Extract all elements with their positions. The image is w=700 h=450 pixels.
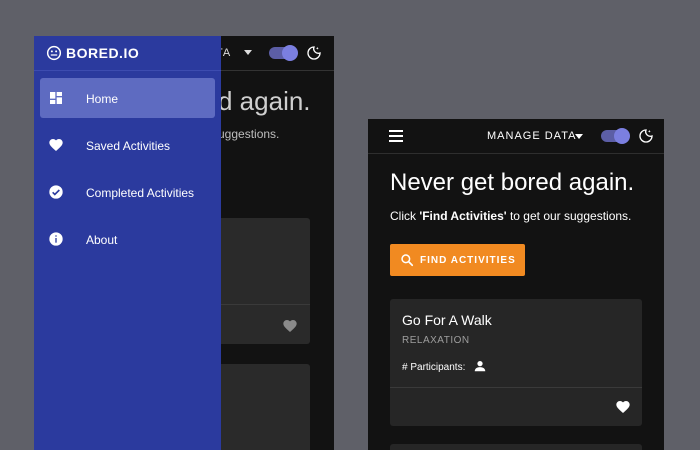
find-activities-label: FIND ACTIVITIES xyxy=(420,255,516,266)
subtext-prefix: Click xyxy=(390,209,420,223)
nav-label-home: Home xyxy=(86,92,119,106)
left-caret-down-icon[interactable] xyxy=(244,50,252,55)
check-circle-icon xyxy=(49,185,63,199)
dashboard-icon xyxy=(50,92,62,104)
nav-label-about: About xyxy=(86,233,118,247)
activity-card: Go For A Walk RELAXATION # Participants: xyxy=(390,299,642,426)
left-headline: d again. xyxy=(218,86,311,116)
activity-card-2 xyxy=(390,444,642,450)
info-icon xyxy=(49,232,63,246)
navigation-drawer: BORED.IO Home Saved Activities Completed… xyxy=(34,36,221,450)
left-subtext: uggestions. xyxy=(218,127,280,141)
person-icon xyxy=(474,361,486,372)
brand-title[interactable]: BORED.IO xyxy=(66,45,139,61)
subtext-suffix: to get our suggestions. xyxy=(506,209,632,223)
activity-title: Go For A Walk xyxy=(402,312,492,328)
manage-data-menu[interactable]: MANAGE DATA xyxy=(487,130,576,142)
nav-label-saved-activities: Saved Activities xyxy=(86,139,171,153)
smiley-icon xyxy=(46,45,62,61)
nav-item-completed-activities[interactable]: Completed Activities xyxy=(40,172,215,212)
search-icon xyxy=(401,254,414,267)
left-toggle-knob xyxy=(282,45,298,61)
left-activity-card-2 xyxy=(218,364,310,450)
find-activities-button[interactable]: FIND ACTIVITIES xyxy=(390,244,525,276)
left-heart-icon[interactable] xyxy=(282,318,298,334)
heart-icon xyxy=(49,139,63,151)
nav-item-saved-activities[interactable]: Saved Activities xyxy=(40,125,215,165)
right-toolbar: MANAGE DATA xyxy=(368,119,664,154)
caret-down-icon[interactable] xyxy=(575,134,583,139)
moon-stars-icon[interactable] xyxy=(638,128,654,144)
activity-type: RELAXATION xyxy=(402,335,470,346)
drawer-header: BORED.IO xyxy=(34,36,221,71)
left-activity-card xyxy=(218,218,310,344)
hamburger-menu-icon[interactable] xyxy=(389,130,403,142)
nav-label-completed-activities: Completed Activities xyxy=(86,186,195,200)
page-subtext: Click 'Find Activities' to get our sugge… xyxy=(390,209,631,223)
nav-item-about[interactable]: About xyxy=(40,219,215,259)
subtext-bold: 'Find Activities' xyxy=(419,209,507,223)
toggle-knob xyxy=(614,128,630,144)
nav-item-home[interactable]: Home xyxy=(40,78,215,118)
moon-stars-icon[interactable] xyxy=(306,45,322,61)
heart-icon[interactable] xyxy=(615,399,631,415)
right-phone-screen: MANAGE DATA Never get bored again. Click… xyxy=(368,119,664,450)
card-divider xyxy=(390,387,642,388)
participants-label: # Participants: xyxy=(402,362,466,373)
left-card-divider xyxy=(218,304,310,305)
page-headline: Never get bored again. xyxy=(390,169,635,196)
